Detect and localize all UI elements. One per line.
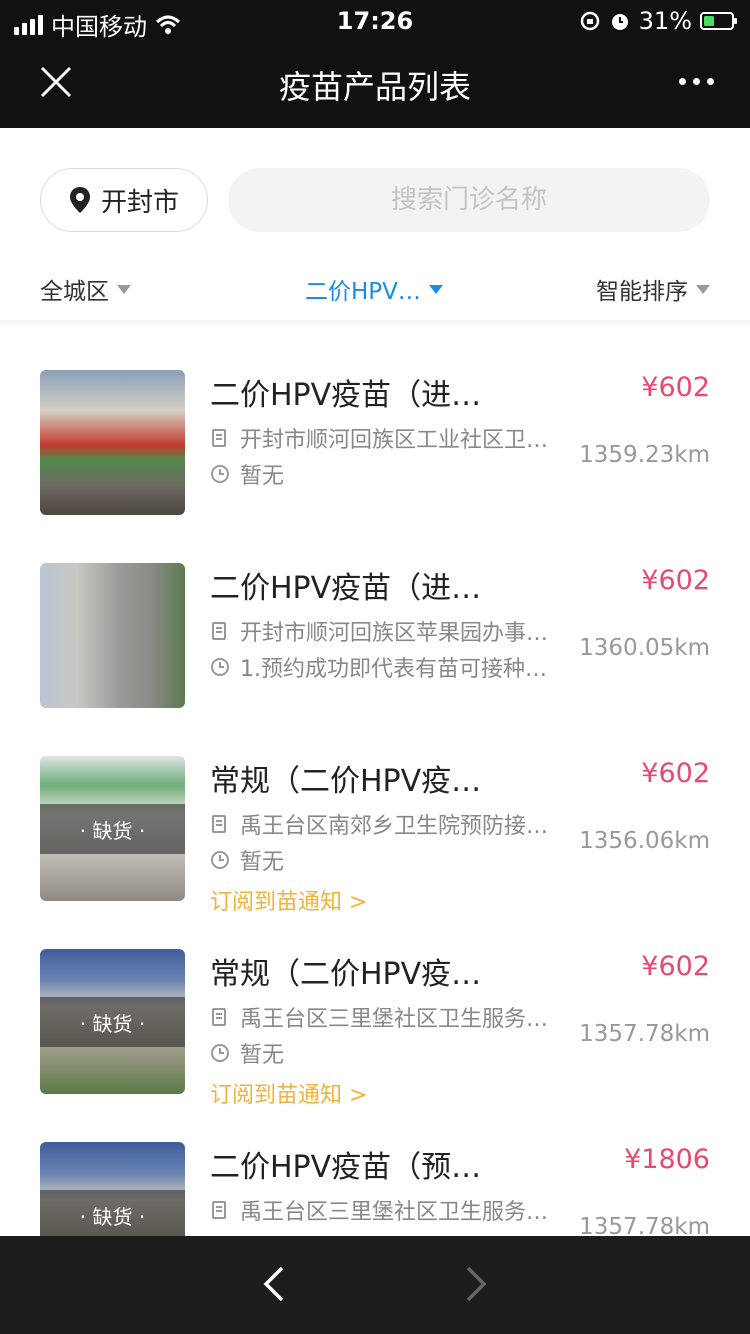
dropdown-arrow-icon xyxy=(696,284,710,294)
address-text: 禹王台区三里堡社区卫生服务… xyxy=(240,1200,549,1225)
filter-district-label: 全城区 xyxy=(40,279,109,305)
price: ¥602 xyxy=(641,758,710,789)
vaccine-name: 常规（二价HPV疫… xyxy=(210,764,482,799)
clinic-photo xyxy=(40,563,185,708)
document-icon xyxy=(212,1201,226,1219)
clinic-photo: · 缺货 · xyxy=(40,756,185,901)
stock-info-text: 暂无 xyxy=(240,1043,285,1068)
filter-district[interactable]: 全城区 xyxy=(40,272,131,306)
filter-vaccine-label: 二价HPV… xyxy=(305,279,421,305)
distance: 1357.78km xyxy=(579,1021,710,1047)
out-of-stock-badge: · 缺货 · xyxy=(40,997,185,1047)
search-box[interactable] xyxy=(228,168,710,232)
clock-icon xyxy=(211,465,229,483)
section-divider xyxy=(0,320,750,330)
clock-icon xyxy=(211,1044,229,1062)
filter-bar: 全城区 二价HPV… 智能排序 xyxy=(0,262,750,318)
distance: 1360.05km xyxy=(579,635,710,661)
document-icon xyxy=(212,622,226,640)
nav-bar: 疫苗产品列表 xyxy=(0,44,750,128)
list-item[interactable]: · 缺货 · 二价HPV疫苗（预… ¥1806 禹王台区三里堡社区卫生服务… 暂… xyxy=(0,1102,750,1236)
top-bar: 中国移动 17:26 31% 疫苗产品列表 xyxy=(0,0,750,128)
list-item[interactable]: · 缺货 · 常规（二价HPV疫… ¥602 禹王台区南郊乡卫生院预防接… 暂无… xyxy=(0,716,750,915)
distance: 1356.06km xyxy=(579,828,710,854)
dropdown-arrow-icon xyxy=(117,284,131,294)
filter-sort-label: 智能排序 xyxy=(596,279,688,305)
filter-vaccine[interactable]: 二价HPV… xyxy=(305,272,443,306)
stock-info-line: 暂无 xyxy=(210,844,580,876)
page-title: 疫苗产品列表 xyxy=(278,68,471,106)
alarm-icon xyxy=(611,14,628,30)
vaccine-name: 二价HPV疫苗（进… xyxy=(210,571,482,606)
vaccine-name: 二价HPV疫苗（进… xyxy=(210,378,482,413)
price: ¥602 xyxy=(641,565,710,596)
list-item[interactable]: 二价HPV疫苗（进… ¥602 开封市顺河回族区工业社区卫… 暂无 1359.2… xyxy=(0,330,750,523)
list-item[interactable]: 二价HPV疫苗（进… ¥602 开封市顺河回族区苹果园办事… 1.预约成功即代表… xyxy=(0,523,750,716)
search-input[interactable] xyxy=(228,184,710,216)
rotation-lock-icon xyxy=(580,11,599,31)
battery-percent: 31% xyxy=(638,7,692,35)
stock-info-text: 1.预约成功即代表有苗可接种… xyxy=(240,657,547,682)
back-arrow-icon[interactable] xyxy=(262,1264,286,1304)
address-line: 开封市顺河回族区苹果园办事… xyxy=(210,615,580,647)
address-line: 禹王台区三里堡社区卫生服务… xyxy=(210,1001,580,1033)
battery-icon xyxy=(700,12,737,30)
document-icon xyxy=(212,815,226,833)
vaccine-name: 二价HPV疫苗（预… xyxy=(210,1150,482,1185)
status-bar: 中国移动 17:26 31% xyxy=(0,0,750,44)
stock-info-line: 暂无 xyxy=(210,1037,580,1069)
dropdown-arrow-icon xyxy=(428,284,443,294)
bottom-nav-bar xyxy=(0,1236,750,1334)
filter-sort[interactable]: 智能排序 xyxy=(596,272,710,306)
clinic-photo: · 缺货 · xyxy=(40,1142,185,1236)
stock-info-text: 暂无 xyxy=(240,464,285,489)
clinic-photo: · 缺货 · xyxy=(40,949,185,1094)
price: ¥602 xyxy=(641,372,710,403)
location-pin-icon xyxy=(69,187,90,213)
clinic-photo xyxy=(40,370,185,515)
address-text: 禹王台区南郊乡卫生院预防接… xyxy=(240,814,549,839)
forward-arrow-icon[interactable] xyxy=(464,1264,488,1304)
address-line: 开封市顺河回族区工业社区卫… xyxy=(210,422,580,454)
address-text: 开封市顺河回族区工业社区卫… xyxy=(240,428,549,453)
clock-icon xyxy=(211,658,229,676)
stock-info-text: 暂无 xyxy=(240,850,285,875)
document-icon xyxy=(212,429,226,447)
out-of-stock-badge: · 缺货 · xyxy=(40,1190,185,1236)
address-line: 禹王台区三里堡社区卫生服务… xyxy=(210,1194,580,1226)
price: ¥1806 xyxy=(624,1144,710,1175)
stock-info-line: 1.预约成功即代表有苗可接种… xyxy=(210,651,580,683)
out-of-stock-badge: · 缺货 · xyxy=(40,804,185,854)
city-label: 开封市 xyxy=(100,187,179,218)
price: ¥602 xyxy=(641,951,710,982)
distance: 1359.23km xyxy=(579,442,710,468)
document-icon xyxy=(212,1008,226,1026)
status-right: 31% xyxy=(579,7,737,35)
distance: 1357.78km xyxy=(579,1214,710,1236)
list-item[interactable]: · 缺货 · 常规（二价HPV疫… ¥602 禹王台区三里堡社区卫生服务… 暂无… xyxy=(0,909,750,1108)
address-text: 开封市顺河回族区苹果园办事… xyxy=(240,621,549,646)
more-icon[interactable] xyxy=(679,78,714,85)
clock-icon xyxy=(211,851,229,869)
address-line: 禹王台区南郊乡卫生院预防接… xyxy=(210,808,580,840)
address-text: 禹王台区三里堡社区卫生服务… xyxy=(240,1007,549,1032)
stock-info-line: 暂无 xyxy=(210,458,580,490)
city-selector-button[interactable]: 开封市 xyxy=(40,168,208,232)
vaccine-name: 常规（二价HPV疫… xyxy=(210,957,482,992)
